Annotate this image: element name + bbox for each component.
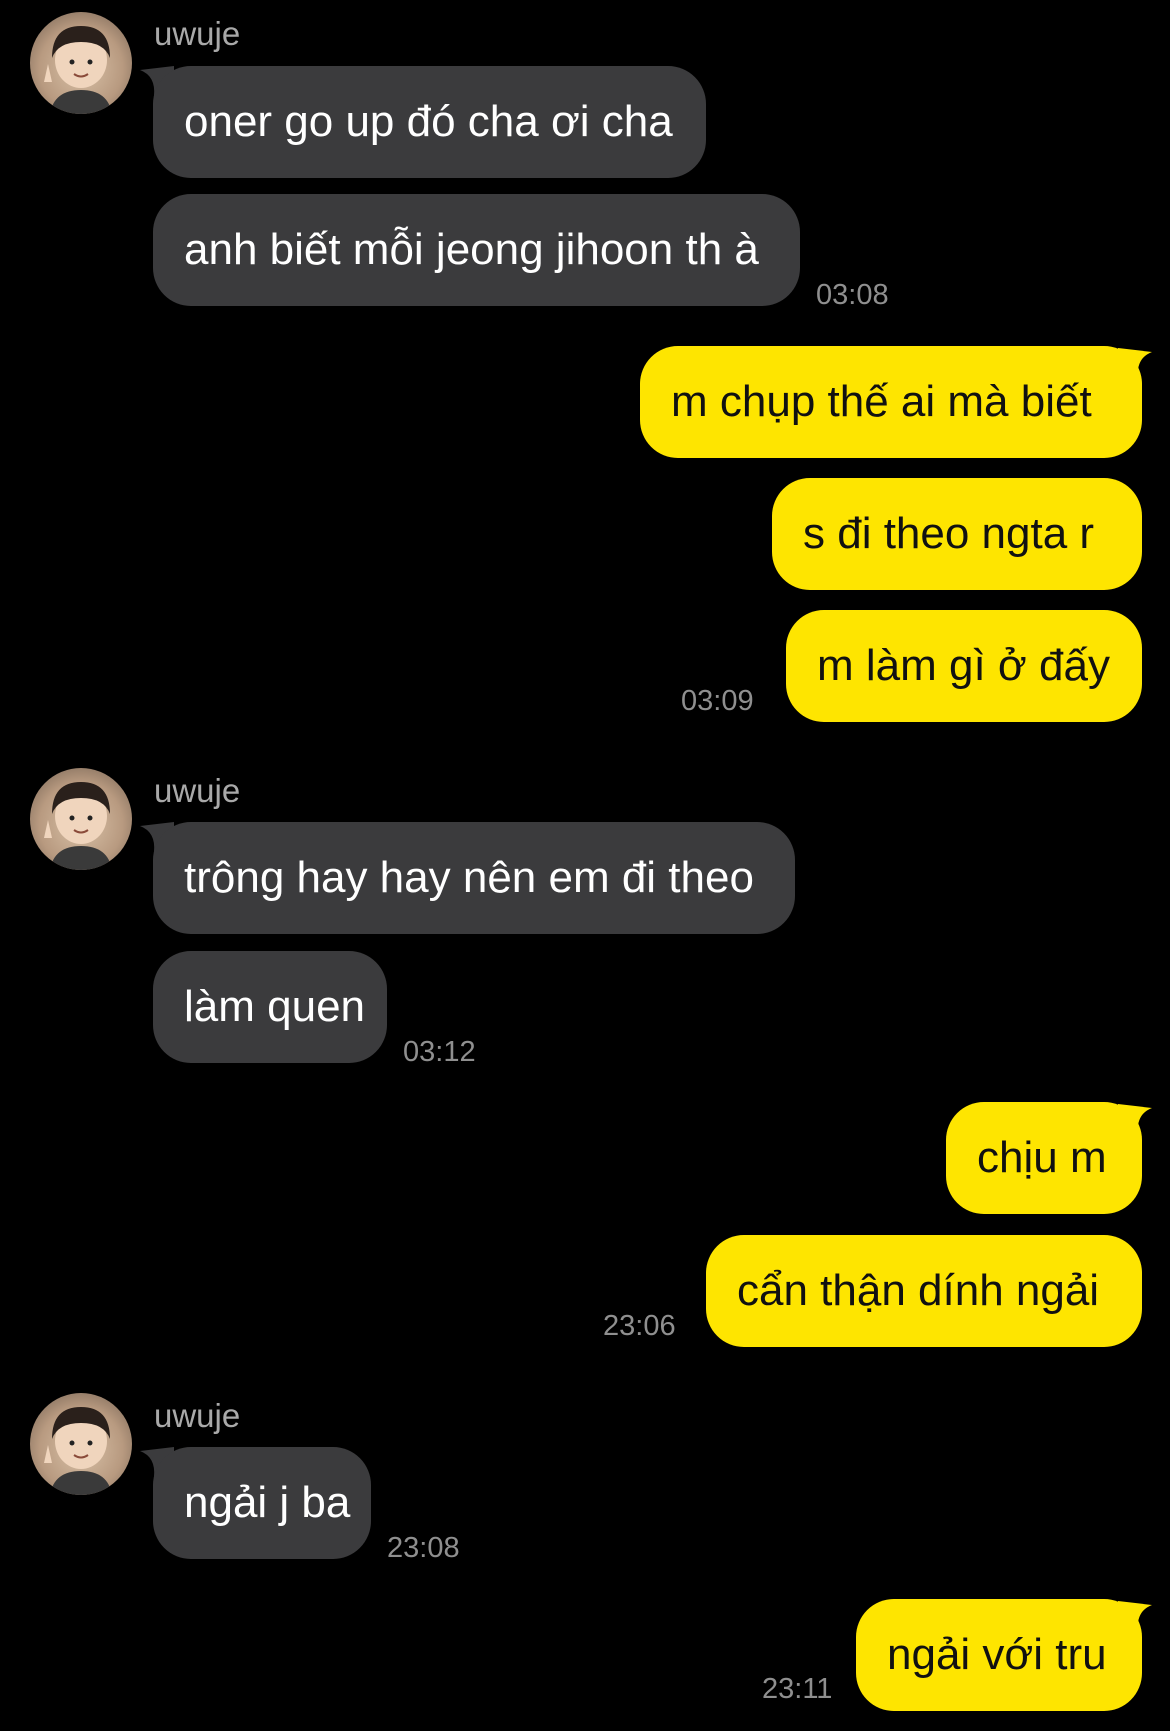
message-timestamp: 03:08	[816, 279, 889, 311]
message-timestamp: 03:12	[403, 1036, 476, 1068]
profile-avatar-icon	[44, 782, 112, 870]
message-timestamp: 23:08	[387, 1532, 460, 1564]
profile-avatar-icon	[44, 1407, 112, 1495]
incoming-message-bubble[interactable]: ngải j ba	[153, 1447, 371, 1559]
outgoing-message-bubble[interactable]: s đi theo ngta r	[772, 478, 1142, 590]
outgoing-message-bubble[interactable]: cẩn thận dính ngải	[706, 1235, 1142, 1347]
message-timestamp: 23:11	[762, 1673, 833, 1705]
incoming-message-bubble[interactable]: trông hay hay nên em đi theo	[153, 822, 795, 934]
sender-name: uwuje	[154, 1397, 241, 1434]
outgoing-message-bubble[interactable]: chịu m	[946, 1102, 1142, 1214]
avatar[interactable]	[30, 1393, 132, 1495]
avatar[interactable]	[30, 768, 132, 870]
message-timestamp: 23:06	[603, 1310, 676, 1342]
outgoing-message-bubble[interactable]: ngải với tru	[856, 1599, 1142, 1711]
incoming-message-bubble[interactable]: oner go up đó cha ơi cha	[153, 66, 706, 178]
sender-name: uwuje	[154, 15, 241, 52]
outgoing-message-bubble[interactable]: m làm gì ở đấy	[786, 610, 1142, 722]
incoming-message-bubble[interactable]: làm quen	[153, 951, 387, 1063]
avatar[interactable]	[30, 12, 132, 114]
sender-name: uwuje	[154, 772, 241, 809]
outgoing-message-bubble[interactable]: m chụp thế ai mà biết	[640, 346, 1142, 458]
incoming-message-bubble[interactable]: anh biết mỗi jeong jihoon th à	[153, 194, 800, 306]
message-timestamp: 03:09	[681, 685, 754, 717]
profile-avatar-icon	[44, 26, 112, 114]
